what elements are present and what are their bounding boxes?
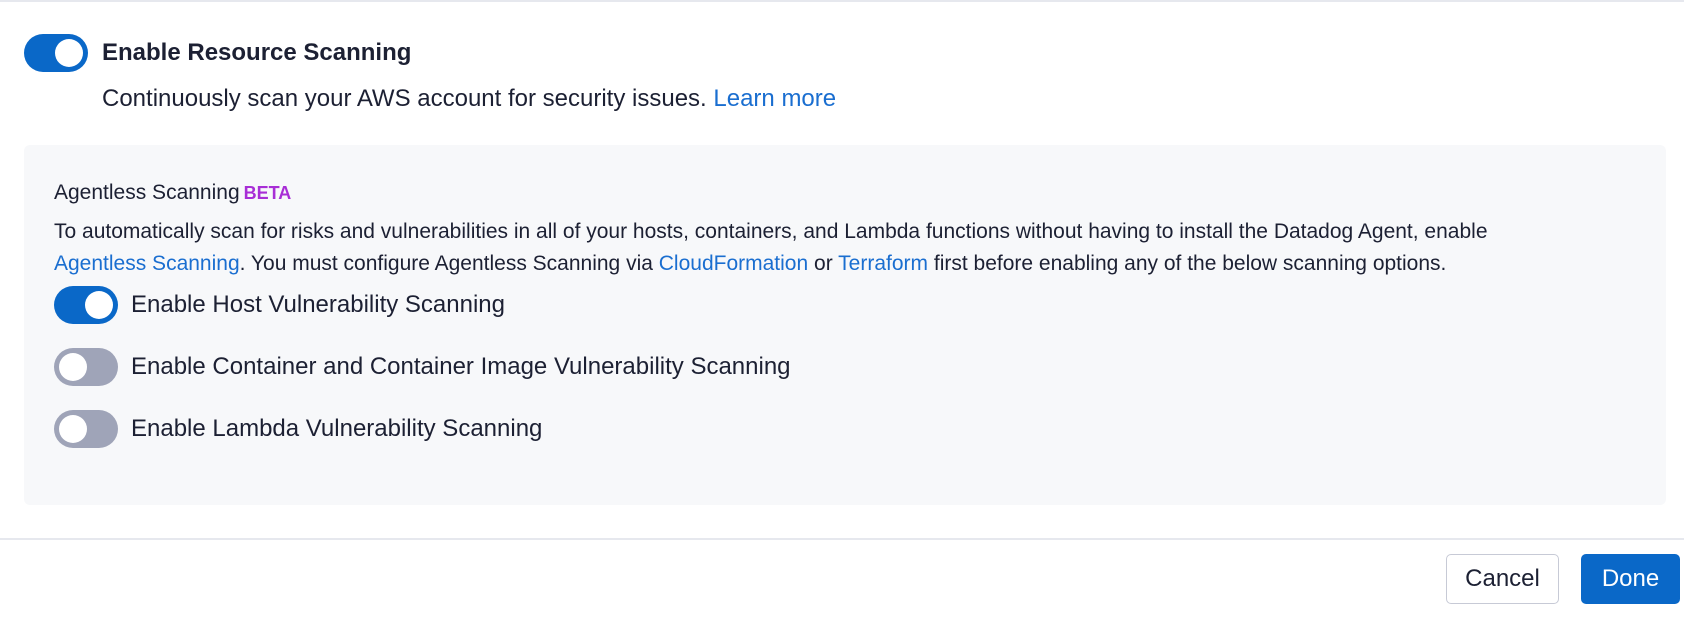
resource-scanning-description: Continuously scan your AWS account for s… <box>102 84 836 114</box>
learn-more-link[interactable]: Learn more <box>713 85 836 112</box>
toggle-knob <box>55 39 83 67</box>
host-vulnerability-label: Enable Host Vulnerability Scanning <box>131 291 506 318</box>
description-text-4: first before enabling any of the below s… <box>933 252 1447 275</box>
resource-scanning-toggle[interactable] <box>24 34 88 72</box>
terraform-link[interactable]: Terraform <box>838 252 928 275</box>
top-divider <box>0 0 1684 2</box>
agentless-scanning-heading: Agentless Scanning BETA <box>54 180 291 206</box>
agentless-scanning-panel: Agentless Scanning BETA To automatically … <box>24 145 1666 505</box>
lambda-vulnerability-toggle[interactable] <box>54 410 118 448</box>
agentless-scanning-title: Agentless Scanning <box>54 181 240 204</box>
agentless-scanning-link[interactable]: Agentless Scanning <box>54 252 240 275</box>
beta-badge: BETA <box>243 183 292 203</box>
resource-scanning-title: Enable Resource Scanning <box>102 39 412 66</box>
host-vulnerability-toggle[interactable] <box>54 286 118 324</box>
agentless-scanning-description: To automatically scan for risks and vuln… <box>54 216 1654 280</box>
resource-scanning-description-text: Continuously scan your AWS account for s… <box>102 85 707 112</box>
cancel-button[interactable]: Cancel <box>1446 554 1559 604</box>
toggle-knob <box>59 353 87 381</box>
done-button[interactable]: Done <box>1581 554 1680 604</box>
lambda-vulnerability-label: Enable Lambda Vulnerability Scanning <box>131 415 543 442</box>
toggle-knob <box>85 291 113 319</box>
description-text-3: or <box>814 252 833 275</box>
description-line-1: To automatically scan for risks and vuln… <box>54 220 1488 243</box>
container-vulnerability-toggle[interactable] <box>54 348 118 386</box>
cloudformation-link[interactable]: CloudFormation <box>659 252 808 275</box>
description-line-2: Agentless Scanning. You must configure A… <box>54 248 1654 280</box>
description-text-2: . You must configure Agentless Scanning … <box>239 252 653 275</box>
toggle-knob <box>59 415 87 443</box>
container-vulnerability-label: Enable Container and Container Image Vul… <box>131 353 791 380</box>
footer-divider <box>0 538 1684 540</box>
